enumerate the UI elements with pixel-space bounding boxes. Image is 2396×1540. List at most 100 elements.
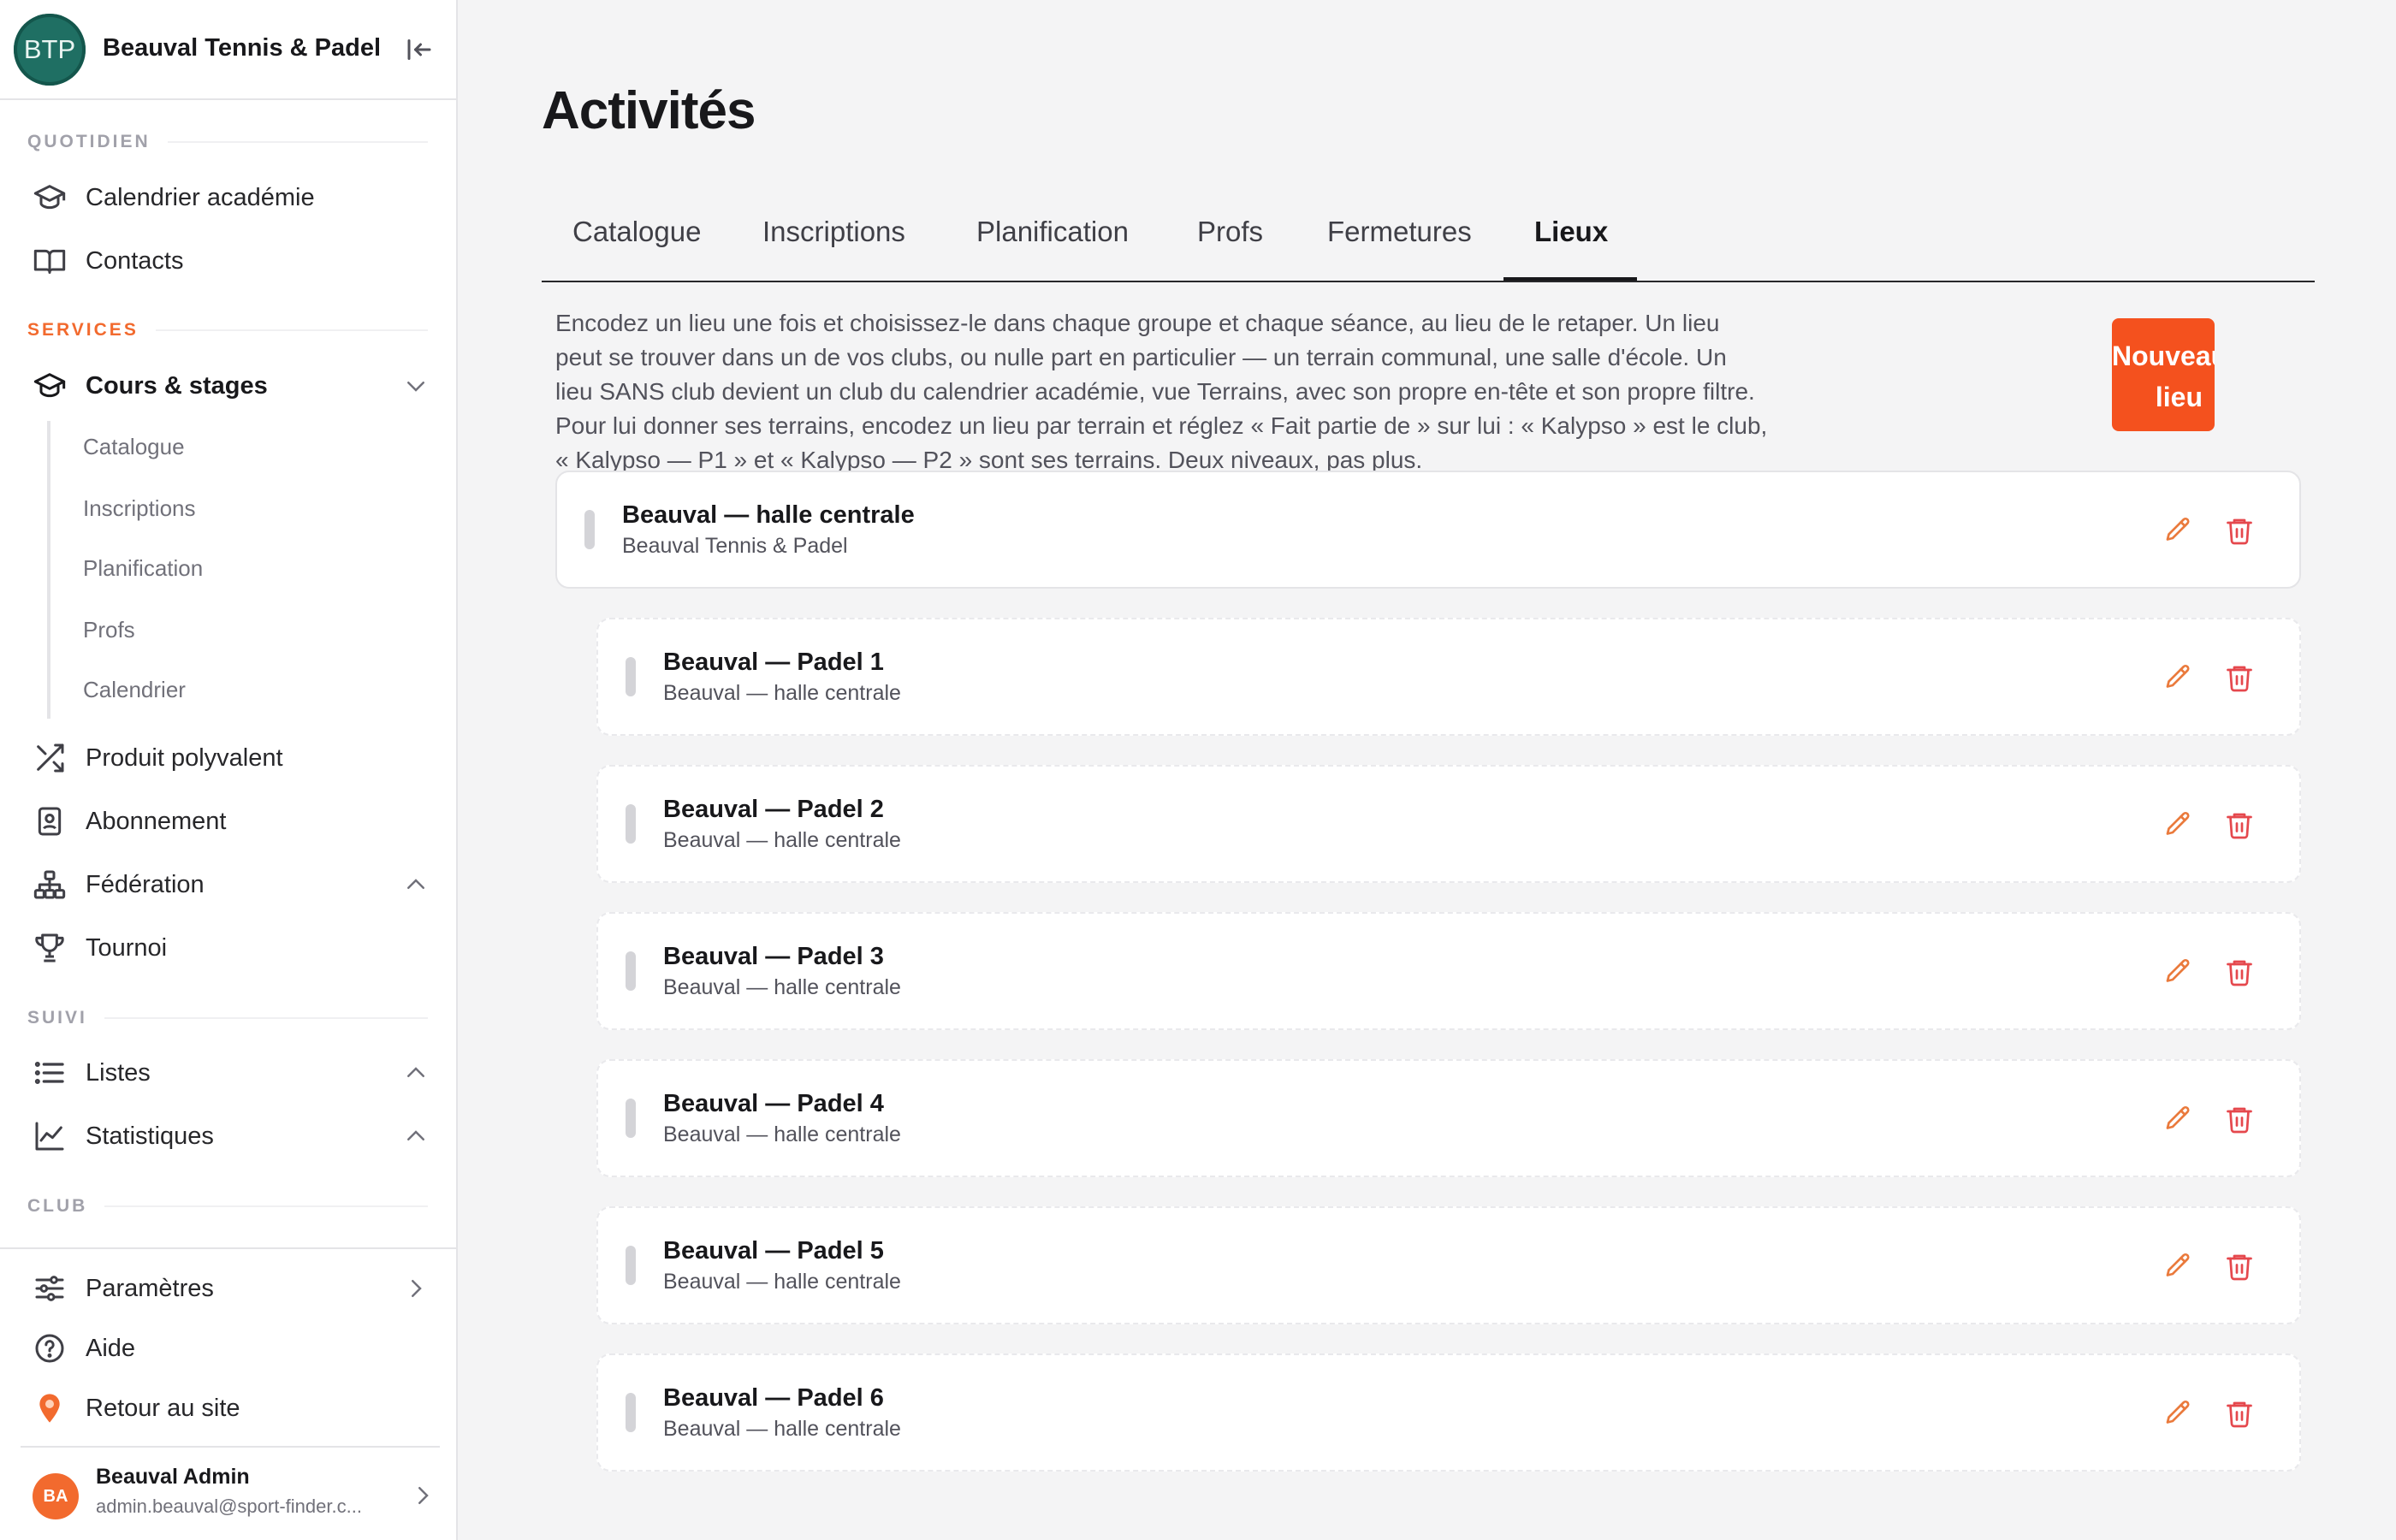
place-name: Beauval — Padel 3 xyxy=(663,943,884,970)
pencil-icon[interactable] xyxy=(2159,806,2197,844)
drag-handle[interactable] xyxy=(626,951,636,991)
nav-tournoi[interactable]: Tournoi xyxy=(31,924,433,972)
nav-label: Produit polyvalent xyxy=(86,743,283,772)
place-row[interactable]: Beauval — Padel 6 Beauval — halle centra… xyxy=(596,1353,2301,1472)
place-row[interactable]: Beauval — Padel 2 Beauval — halle centra… xyxy=(596,765,2301,883)
trash-icon[interactable] xyxy=(2221,953,2258,991)
section-services: SERVICES xyxy=(27,320,428,341)
tab-profs[interactable]: Profs xyxy=(1197,216,1263,248)
hierarchy-icon xyxy=(31,866,68,903)
trash-icon[interactable] xyxy=(2221,1395,2258,1432)
nav-label: Fédération xyxy=(86,870,205,898)
pencil-icon[interactable] xyxy=(2159,512,2197,549)
tab-planification[interactable]: Planification xyxy=(976,216,1129,248)
subnav-inscriptions[interactable]: Inscriptions xyxy=(83,495,196,522)
active-tab-indicator xyxy=(1503,277,1637,281)
nav-listes[interactable]: Listes xyxy=(31,1049,433,1097)
place-row[interactable]: Beauval — halle centrale Beauval Tennis … xyxy=(555,471,2301,589)
shuffle-icon xyxy=(31,739,68,777)
brand-header: BTP Beauval Tennis & Padel xyxy=(0,0,456,100)
place-parent: Beauval — halle centrale xyxy=(663,975,901,999)
place-parent: Beauval Tennis & Padel xyxy=(622,534,848,558)
nav-label: Calendrier académie xyxy=(86,183,315,211)
subnav-profs[interactable]: Profs xyxy=(83,617,135,643)
trash-icon[interactable] xyxy=(2221,512,2258,549)
chevron-up-icon[interactable] xyxy=(399,1056,433,1090)
book-open-icon xyxy=(31,242,68,280)
drag-handle[interactable] xyxy=(626,657,636,696)
map-pin-icon xyxy=(31,1389,68,1427)
drag-handle[interactable] xyxy=(626,804,636,844)
nav-label: Tournoi xyxy=(86,933,168,962)
place-row[interactable]: Beauval — Padel 5 Beauval — halle centra… xyxy=(596,1206,2301,1324)
nav-label: Retour au site xyxy=(86,1394,240,1422)
club-logo[interactable]: BTP xyxy=(14,14,86,86)
graduation-cap-icon xyxy=(31,367,68,405)
trophy-icon xyxy=(31,929,68,967)
nav-label: Abonnement xyxy=(86,807,227,835)
nav-statistiques[interactable]: Statistiques xyxy=(31,1112,433,1160)
chevron-up-icon[interactable] xyxy=(399,868,433,902)
section-club: CLUB xyxy=(27,1196,428,1217)
subnav-catalogue[interactable]: Catalogue xyxy=(83,434,185,460)
id-badge-icon xyxy=(31,803,68,840)
place-row[interactable]: Beauval — Padel 1 Beauval — halle centra… xyxy=(596,618,2301,736)
nav-parametres[interactable]: Paramètres xyxy=(31,1265,433,1312)
place-name: Beauval — Padel 1 xyxy=(663,649,884,676)
help-circle-icon xyxy=(31,1330,68,1367)
place-name: Beauval — Padel 4 xyxy=(663,1090,884,1117)
chevron-right-icon[interactable] xyxy=(399,1271,433,1306)
page-title: Activités xyxy=(542,81,756,140)
nav-calendrier-academie[interactable]: Calendrier académie xyxy=(31,174,433,222)
place-name: Beauval — Padel 5 xyxy=(663,1237,884,1265)
subnav-planification[interactable]: Planification xyxy=(83,555,203,582)
pencil-icon[interactable] xyxy=(2159,953,2197,991)
nav-label: Paramètres xyxy=(86,1274,214,1302)
trash-icon[interactable] xyxy=(2221,659,2258,696)
drag-handle[interactable] xyxy=(626,1393,636,1432)
new-place-button[interactable]: Nouveau lieu xyxy=(2112,318,2215,431)
trash-icon[interactable] xyxy=(2221,1100,2258,1138)
pencil-icon[interactable] xyxy=(2159,1100,2197,1138)
graduation-cap-icon xyxy=(31,179,68,216)
chevron-down-icon[interactable] xyxy=(399,369,433,403)
chevron-up-icon[interactable] xyxy=(399,1119,433,1153)
nav-abonnement[interactable]: Abonnement xyxy=(31,797,433,845)
tab-lieux[interactable]: Lieux xyxy=(1534,216,1608,248)
trash-icon[interactable] xyxy=(2221,806,2258,844)
nav-federation[interactable]: Fédération xyxy=(31,861,433,909)
nav-label: Listes xyxy=(86,1058,151,1087)
drag-handle[interactable] xyxy=(584,510,595,549)
place-row[interactable]: Beauval — Padel 4 Beauval — halle centra… xyxy=(596,1059,2301,1177)
pencil-icon[interactable] xyxy=(2159,1247,2197,1285)
tab-fermetures[interactable]: Fermetures xyxy=(1327,216,1472,248)
tab-inscriptions[interactable]: Inscriptions xyxy=(762,216,905,248)
place-parent: Beauval — halle centrale xyxy=(663,681,901,705)
trash-icon[interactable] xyxy=(2221,1247,2258,1285)
drag-handle[interactable] xyxy=(626,1246,636,1285)
sidebar: BTP Beauval Tennis & Padel QUOTIDIEN Cal… xyxy=(0,0,458,1540)
nav-contacts[interactable]: Contacts xyxy=(31,237,433,285)
sliders-icon xyxy=(31,1270,68,1307)
subnav-calendrier[interactable]: Calendrier xyxy=(83,677,186,703)
nav-label: Statistiques xyxy=(86,1122,214,1150)
sidebar-divider xyxy=(0,1247,456,1249)
drag-handle[interactable] xyxy=(626,1099,636,1138)
tab-catalogue[interactable]: Catalogue xyxy=(572,216,701,248)
nav-produit-polyvalent[interactable]: Produit polyvalent xyxy=(31,734,433,782)
user-menu[interactable]: BA Beauval Admin admin.beauval@sport-fin… xyxy=(21,1446,440,1540)
nav-retour-site[interactable]: Retour au site xyxy=(31,1384,433,1432)
chevron-right-icon[interactable] xyxy=(406,1478,440,1513)
pencil-icon[interactable] xyxy=(2159,659,2197,696)
place-name: Beauval — halle centrale xyxy=(622,501,915,529)
place-row[interactable]: Beauval — Padel 3 Beauval — halle centra… xyxy=(596,912,2301,1030)
section-suivi: SUIVI xyxy=(27,1008,428,1028)
pencil-icon[interactable] xyxy=(2159,1395,2197,1432)
nav-aide[interactable]: Aide xyxy=(31,1324,433,1372)
nav-cours-stages[interactable]: Cours & stages xyxy=(31,362,433,410)
place-parent: Beauval — halle centrale xyxy=(663,828,901,852)
nav-label: Cours & stages xyxy=(86,371,268,400)
nav-label: Contacts xyxy=(86,246,184,275)
collapse-sidebar-icon[interactable] xyxy=(404,34,435,65)
place-name: Beauval — Padel 6 xyxy=(663,1384,884,1412)
